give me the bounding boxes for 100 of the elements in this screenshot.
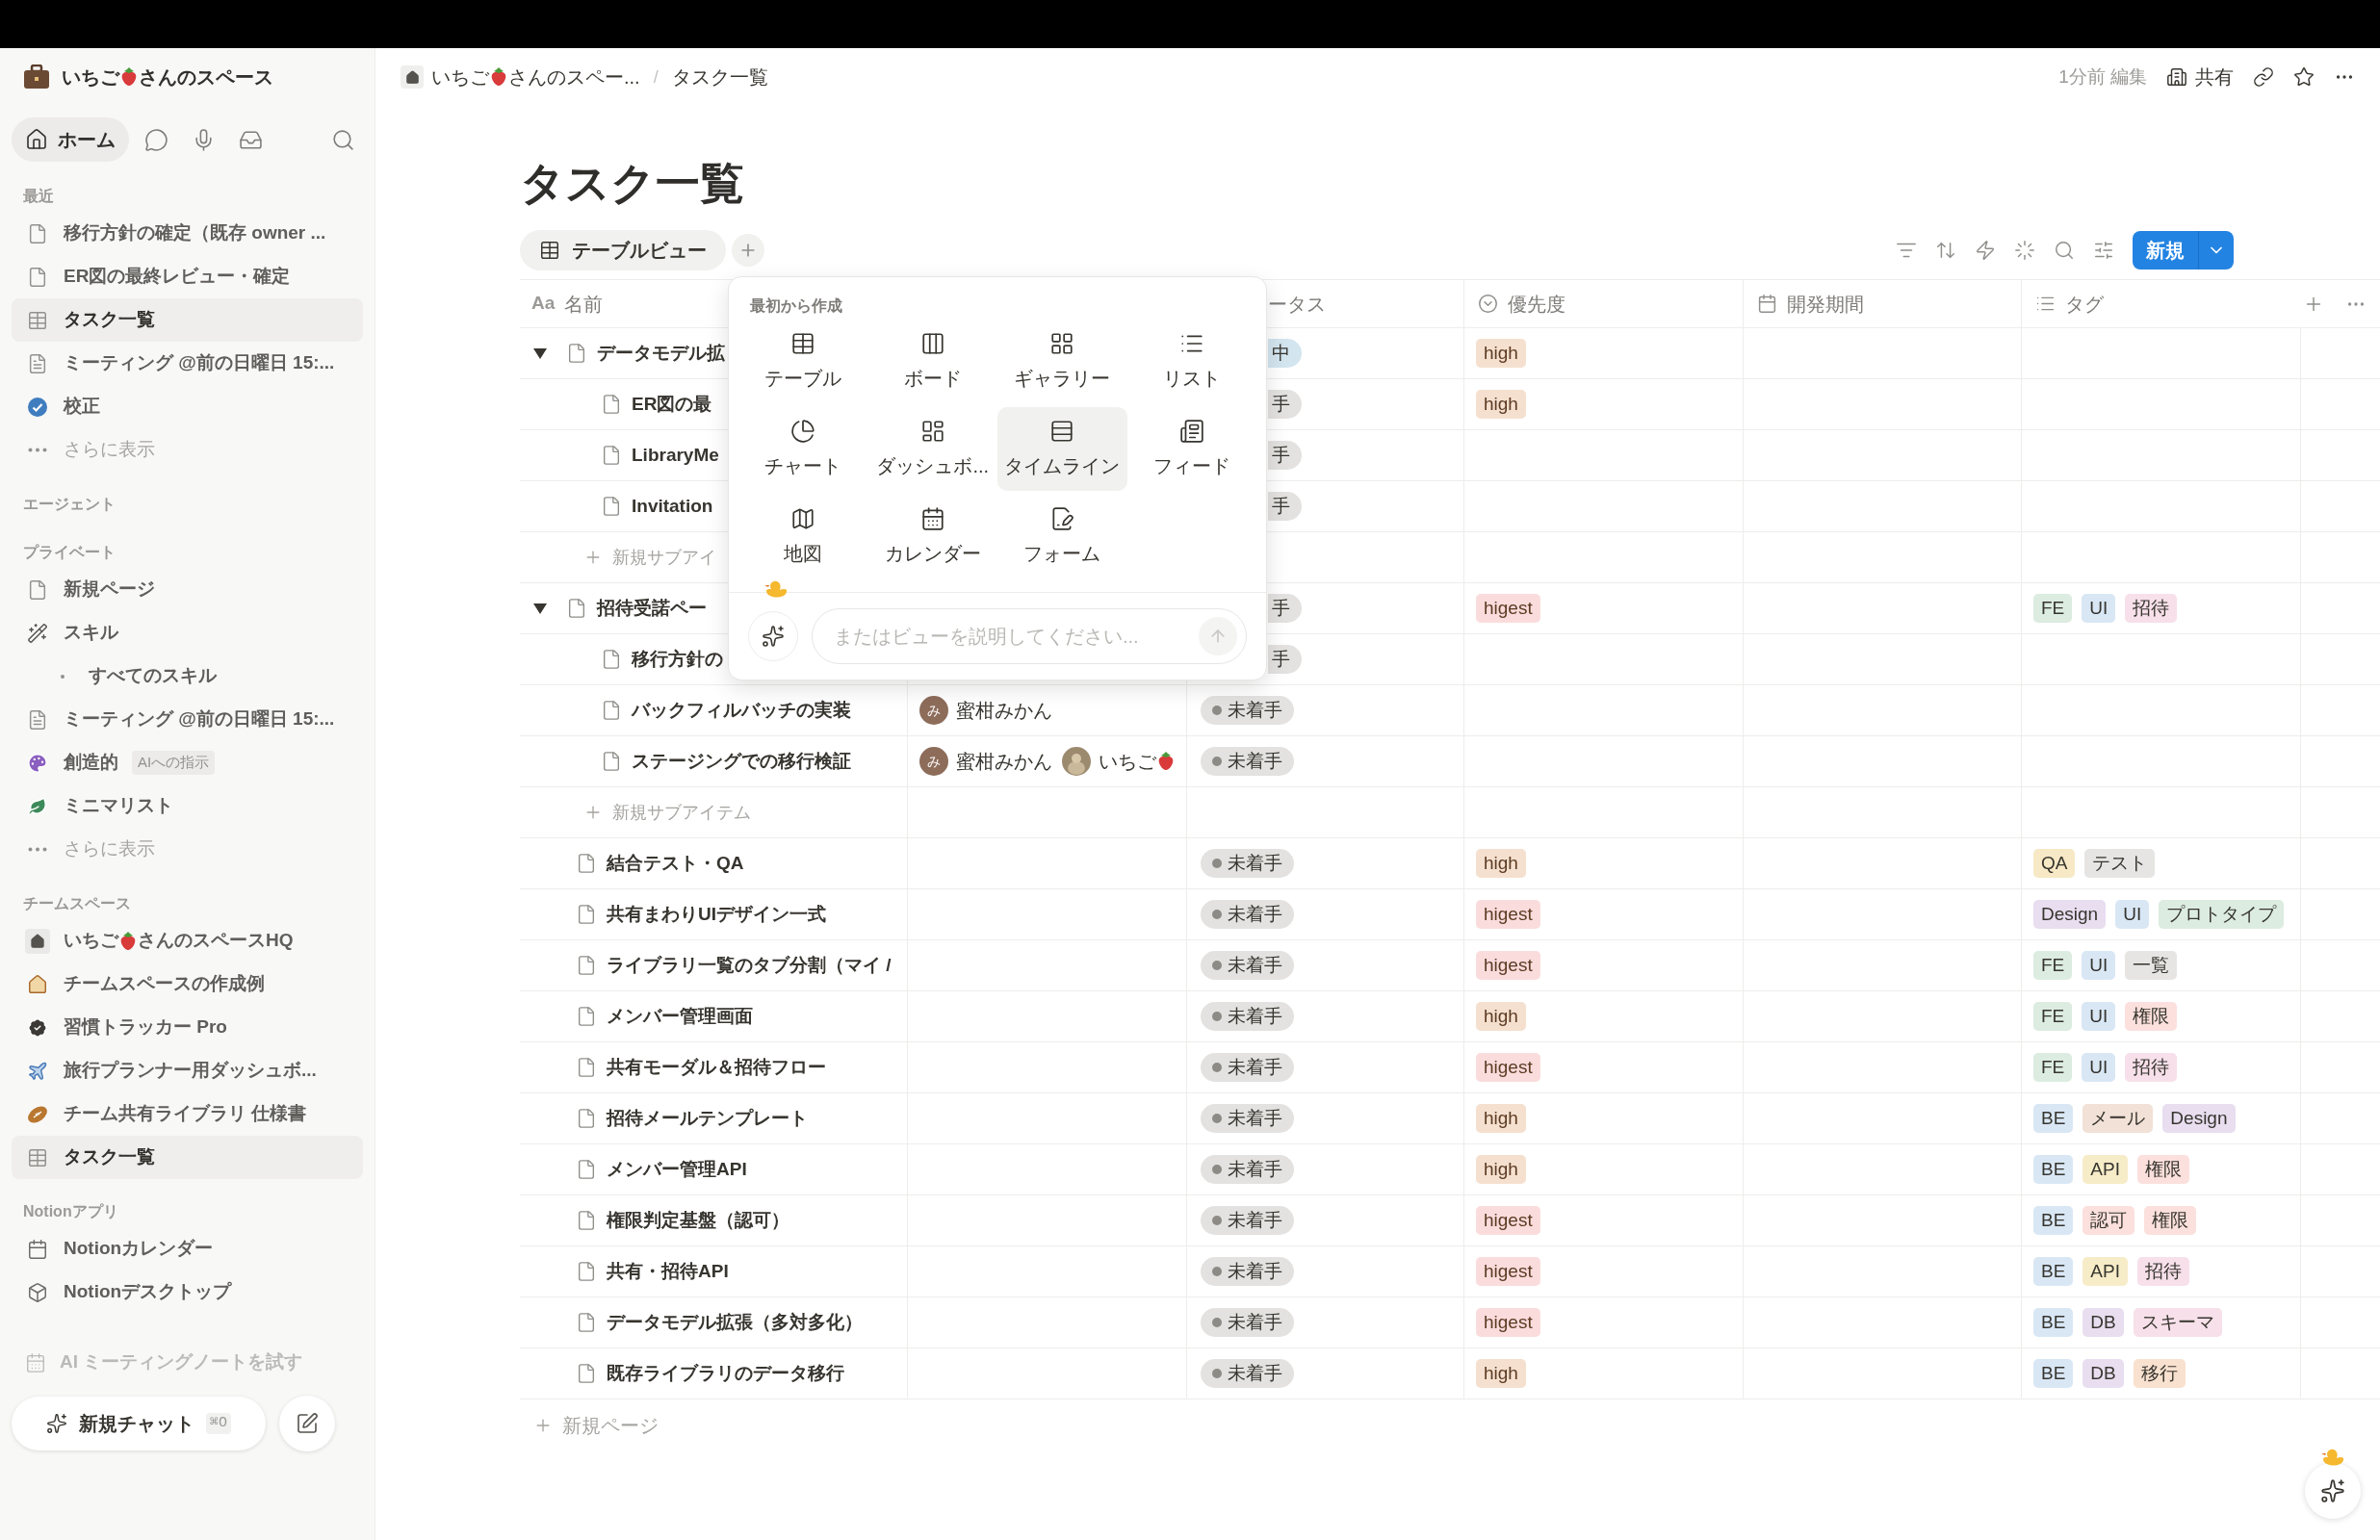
sidebar-item-label: すべてのスキル: [89, 664, 217, 688]
priority-tag: higest: [1476, 950, 1540, 981]
sidebar-item-label: ミーティング @前の日曜日 15:...: [64, 351, 335, 375]
star-icon[interactable]: [2293, 66, 2315, 88]
compose-button[interactable]: [279, 1396, 336, 1451]
sort-icon[interactable]: [1935, 240, 1956, 261]
status-label: 未着手: [1228, 749, 1282, 773]
view-type-option[interactable]: タイムライン: [997, 407, 1127, 491]
sidebar-item-label: さらに表示: [64, 837, 155, 861]
breadcrumb-link[interactable]: タスク一覧: [671, 63, 768, 91]
status-label: 未着手: [1228, 1361, 1282, 1385]
bullet-icon: [61, 674, 65, 679]
sidebar-item-label: ミーティング @前の日曜日 15:...: [64, 707, 335, 732]
priority-tag: high: [1476, 848, 1526, 879]
view-type-option[interactable]: フォーム: [997, 495, 1127, 578]
view-tab[interactable]: テーブルビュー: [520, 230, 726, 270]
tag: FE: [2033, 1001, 2073, 1032]
calendar-icon: [27, 1238, 48, 1260]
row-title: 権限判定基盤（認可）: [607, 1208, 789, 1232]
home-icon: [25, 128, 48, 151]
sidebar-item[interactable]: 旅行プランナー用ダッシュボ...: [12, 1049, 363, 1092]
sidebar-item[interactable]: Notionデスクトップ: [12, 1270, 363, 1314]
view-type-option[interactable]: フィード: [1126, 407, 1256, 491]
priority-tag: higest: [1476, 1205, 1540, 1236]
link-icon[interactable]: [2253, 66, 2274, 88]
page-icon: [601, 445, 622, 466]
new-button[interactable]: 新規: [2133, 231, 2234, 270]
view-type-option[interactable]: チャート: [738, 407, 868, 491]
view-type-option[interactable]: ダッシュボ...: [867, 407, 997, 491]
tag: 移行: [2133, 1358, 2186, 1389]
tag: FE: [2033, 1052, 2073, 1083]
view-type-option[interactable]: カレンダー: [867, 495, 997, 578]
sidebar-item[interactable]: 新規ページ: [12, 568, 363, 611]
ai-sparkle-icon: [2320, 1478, 2345, 1503]
ai-assistant-button[interactable]: [2305, 1463, 2361, 1519]
view-description-field[interactable]: またはビューを説明してください...: [812, 608, 1247, 664]
page-icon: [576, 904, 597, 925]
column-header[interactable]: ータス: [1268, 289, 1326, 319]
row-title: ライブラリ一覧のタブ分割（マイ /: [607, 953, 892, 977]
home-icon: [401, 65, 424, 89]
calendar-icon: [25, 1351, 46, 1373]
view-type-option[interactable]: ボード: [867, 320, 997, 403]
column-header[interactable]: 開発期間: [1787, 289, 1864, 319]
view-type-option[interactable]: ギャラリー: [997, 320, 1127, 403]
status-label: 未着手: [1228, 1004, 1282, 1028]
tag: 招待: [2125, 593, 2178, 624]
sidebar-item[interactable]: 創造的 AIへの指示: [12, 741, 363, 784]
page-icon: [576, 1006, 597, 1027]
tag: UI: [2082, 1001, 2116, 1032]
sidebar-item[interactable]: チームスペースの作成例: [12, 962, 363, 1006]
sidebar-item[interactable]: タスク一覧: [12, 1136, 363, 1179]
sidebar-item[interactable]: 移行方針の確定（既存 owner ...: [12, 212, 363, 255]
sidebar-item[interactable]: ミニマリスト: [12, 784, 363, 828]
tag: DB: [2082, 1358, 2124, 1389]
sidebar-item[interactable]: タスク一覧: [12, 298, 363, 342]
sidebar-item[interactable]: 習慣トラッカー Pro: [12, 1006, 363, 1049]
sidebar-item[interactable]: チーム共有ライブラリ 仕様書: [12, 1092, 363, 1136]
column-header[interactable]: タグ: [2065, 289, 2104, 319]
document-icon: [27, 352, 48, 374]
priority-tag: higest: [1476, 899, 1540, 930]
row-title: LibraryMe: [632, 443, 719, 467]
settings-icon[interactable]: [2093, 240, 2114, 261]
airplane-icon: [27, 1060, 48, 1082]
column-header[interactable]: 名前: [564, 289, 604, 319]
column-header[interactable]: 優先度: [1508, 289, 1565, 319]
add-view-button[interactable]: [732, 234, 764, 267]
sidebar-item[interactable]: ミーティング @前の日曜日 15:...: [12, 342, 363, 385]
person-name: 蜜柑みかん: [956, 699, 1052, 723]
sidebar-item[interactable]: 校正: [12, 385, 363, 428]
tag: Design: [2033, 899, 2107, 930]
priority-tag: higest: [1476, 1256, 1540, 1287]
sidebar-item[interactable]: ミーティング @前の日曜日 15:...: [12, 698, 363, 741]
lightning-icon[interactable]: [1975, 240, 1996, 261]
magic-wand-icon: [27, 622, 48, 644]
sidebar-item[interactable]: すべてのスキル: [12, 654, 363, 698]
chat-icon: [144, 127, 168, 152]
palette-icon: [27, 752, 48, 774]
share-button[interactable]: 共有: [2166, 63, 2234, 91]
sidebar-item[interactable]: いちご さんのスペースHQ: [12, 919, 363, 962]
view-type-option[interactable]: リスト: [1126, 320, 1256, 403]
status-label: 中: [1272, 341, 1290, 365]
sidebar-item[interactable]: Notionカレンダー: [12, 1227, 363, 1270]
view-type-option[interactable]: テーブル: [738, 320, 868, 403]
new-chat-button[interactable]: 新規チャット ⌘O: [12, 1397, 267, 1450]
sidebar-item-label: 新規ページ: [64, 578, 155, 602]
view-type-option[interactable]: 地図: [738, 495, 868, 578]
sidebar-item-label: さらに表示: [64, 438, 155, 462]
page-icon: [576, 1363, 597, 1384]
sidebar-item[interactable]: スキル: [12, 611, 363, 654]
sidebar-item[interactable]: ER図の最終レビュー・確定: [12, 255, 363, 298]
form-icon: [1049, 505, 1075, 531]
home-button[interactable]: ホーム: [12, 117, 129, 162]
sidebar-item-label: タスク一覧: [64, 308, 155, 332]
sidebar-item-label: タスク一覧: [64, 1145, 155, 1169]
cube-icon: [27, 1281, 48, 1303]
tag: UI: [2082, 593, 2116, 624]
sparkle-icon[interactable]: [2014, 240, 2035, 261]
tag: API: [2082, 1154, 2128, 1185]
workspace-name: さんのスペース: [139, 65, 273, 90]
search-icon[interactable]: [2054, 240, 2075, 261]
